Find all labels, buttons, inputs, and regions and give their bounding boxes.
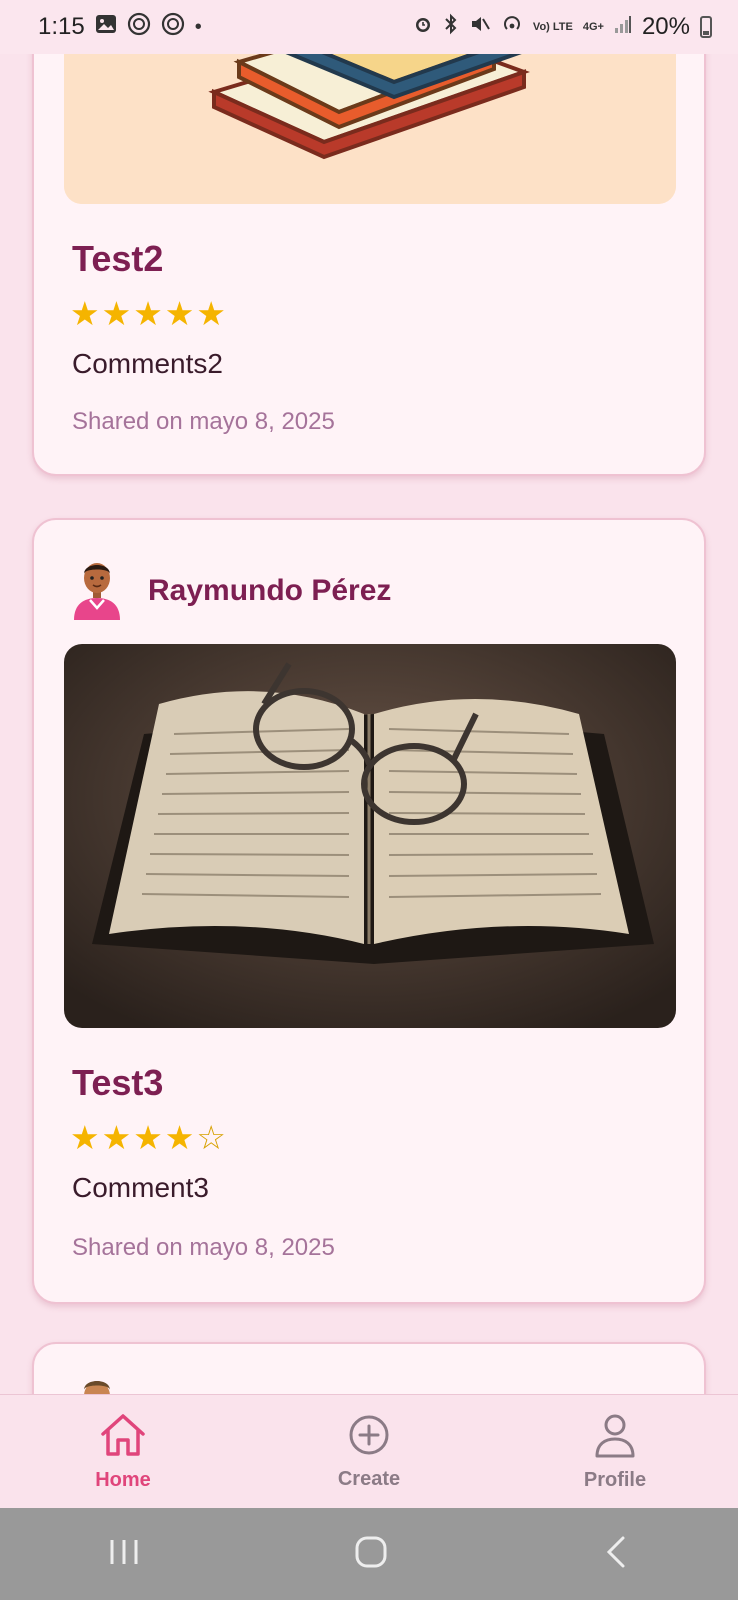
- alarm-icon: [413, 14, 433, 40]
- recent-apps-icon[interactable]: [107, 1537, 141, 1572]
- star-empty-icon: ☆: [196, 1119, 226, 1156]
- author-name[interactable]: Raymundo Pérez: [148, 574, 391, 608]
- system-navigation-bar: [0, 1508, 738, 1600]
- battery-icon: [700, 16, 712, 38]
- home-icon[interactable]: [99, 1412, 147, 1463]
- rating-stars: ★ ★ ★ ★ ★: [70, 294, 226, 333]
- app-notification-icon: [127, 12, 151, 42]
- post-shared-date: Shared on mayo 8, 2025: [72, 1234, 335, 1261]
- volte-indicator: Vo) LTE: [532, 20, 573, 33]
- post-feed[interactable]: Test2 ★ ★ ★ ★ ★ Comments2 Shared on mayo…: [0, 0, 738, 1394]
- status-bar: 1:15 • Vo) LTE 4G+ 20%: [0, 0, 738, 54]
- post-card[interactable]: Test2 ★ ★ ★ ★ ★ Comments2 Shared on mayo…: [32, 0, 706, 476]
- battery-percent: 20%: [641, 13, 690, 40]
- app-notification-icon-2: [161, 12, 185, 42]
- mute-icon: [469, 13, 491, 41]
- nav-profile-label[interactable]: Profile: [584, 1469, 646, 1492]
- bluetooth-icon: [443, 13, 459, 41]
- signal-icon: [614, 14, 632, 40]
- more-notifications-dot-icon: •: [194, 15, 202, 38]
- status-time: 1:15: [38, 13, 85, 40]
- nav-profile[interactable]: Profile: [535, 1412, 695, 1492]
- hotspot-icon: [501, 13, 523, 41]
- gallery-notification-icon: [95, 13, 117, 41]
- bottom-navigation: Home Create Profile: [0, 1394, 738, 1509]
- post-comment: Comments2: [72, 348, 223, 379]
- star-icon: ★: [164, 1119, 195, 1156]
- home-system-icon[interactable]: [354, 1535, 388, 1574]
- post-comment: Comment3: [72, 1172, 209, 1203]
- rating-stars: ★ ★ ★ ★ ☆: [70, 1118, 226, 1157]
- avatar[interactable]: [70, 1374, 124, 1394]
- star-icon: ★: [101, 1119, 132, 1156]
- star-icon: ★: [70, 295, 100, 332]
- profile-icon[interactable]: [593, 1412, 637, 1463]
- star-icon: ★: [70, 1119, 100, 1156]
- post-author[interactable]: [70, 1374, 124, 1394]
- nav-create[interactable]: Create: [289, 1413, 449, 1491]
- add-circle-icon[interactable]: [347, 1413, 391, 1462]
- post-image-open-book[interactable]: [64, 644, 676, 1028]
- post-title: Test3: [72, 1062, 164, 1103]
- nav-home-label[interactable]: Home: [95, 1469, 151, 1492]
- nav-create-label[interactable]: Create: [338, 1468, 400, 1491]
- post-card[interactable]: Raymundo Pérez Test3 ★ ★ ★ ★ ☆ Comment3 …: [32, 518, 706, 1304]
- star-icon: ★: [164, 295, 195, 332]
- back-icon[interactable]: [601, 1535, 631, 1574]
- nav-home[interactable]: Home: [43, 1412, 203, 1492]
- avatar[interactable]: [70, 556, 124, 625]
- post-shared-date: Shared on mayo 8, 2025: [72, 408, 335, 435]
- star-icon: ★: [133, 1119, 163, 1156]
- post-title: Test2: [72, 238, 164, 279]
- post-card[interactable]: [32, 1342, 706, 1394]
- star-icon: ★: [133, 295, 163, 332]
- star-icon: ★: [101, 295, 132, 332]
- post-author[interactable]: Raymundo Pérez: [70, 556, 391, 625]
- star-icon: ★: [196, 295, 226, 332]
- network-type: 4G+: [582, 20, 604, 33]
